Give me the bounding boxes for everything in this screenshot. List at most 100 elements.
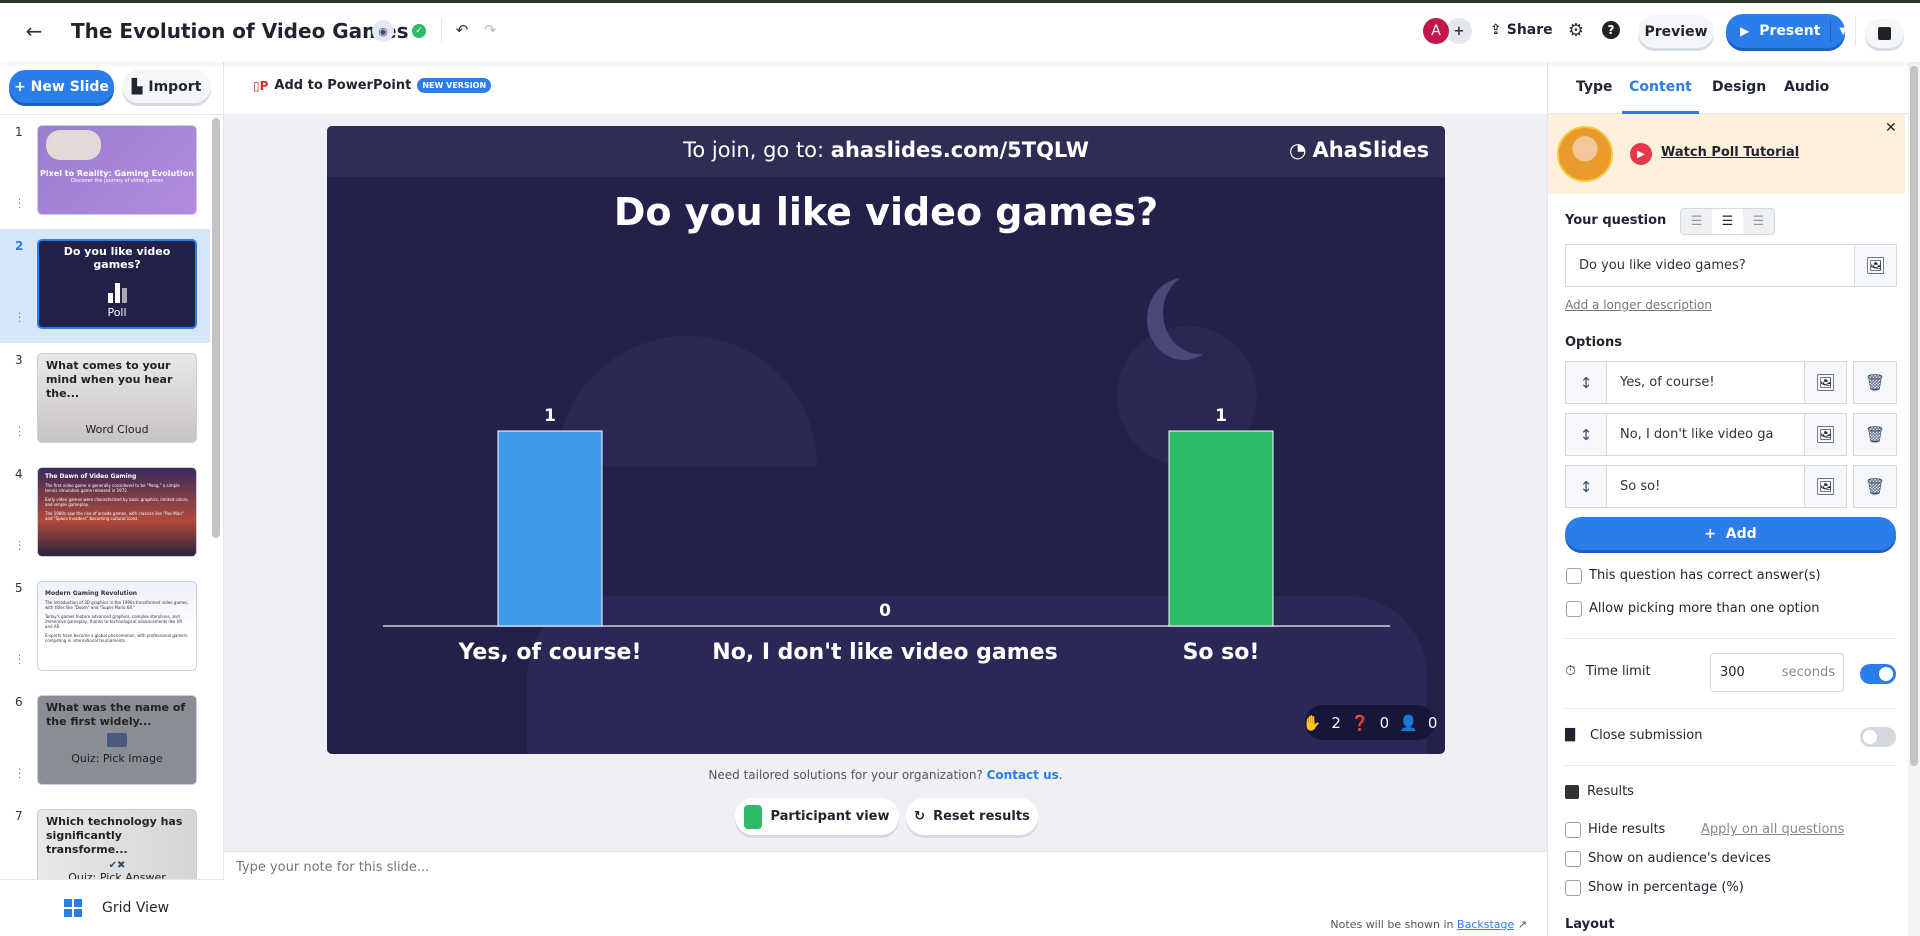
new-slide-button[interactable]: + New Slide	[9, 70, 114, 103]
thumb-type: Quiz: Pick Answer	[68, 871, 166, 879]
options-label: Options	[1565, 335, 1622, 350]
align-center-icon[interactable]: ☰	[1712, 209, 1743, 234]
drag-handle-icon[interactable]: ↕	[1565, 413, 1607, 456]
thumb-bullet: Today's games feature advanced graphics,…	[45, 614, 183, 629]
slide-number: 7	[15, 809, 23, 823]
stopwatch-icon: ⏱	[1565, 663, 1576, 679]
chart-bar	[497, 430, 603, 627]
avatar[interactable]: A	[1423, 18, 1449, 44]
questions-count: 0	[1379, 713, 1390, 732]
time-limit-label: Time limit	[1586, 664, 1651, 679]
slide-item-1[interactable]: 1 Pixel to Reality: Gaming Evolution Dis…	[0, 115, 210, 229]
live-stats-pill: ✋ 2 ❓ 0 👤 0	[1303, 705, 1437, 740]
slide-item-3[interactable]: 3 What comes to your mind when you hear …	[0, 343, 210, 457]
hide-results-label: Hide results	[1588, 822, 1666, 837]
drag-handle-icon[interactable]: ↕	[1565, 361, 1607, 404]
watch-tutorial-link[interactable]: Watch Poll Tutorial	[1661, 145, 1799, 160]
option-image-button[interactable]: 🖼	[1804, 413, 1847, 456]
present-button[interactable]: ▶ Present ▼	[1726, 14, 1847, 48]
add-description-link[interactable]: Add a longer description	[1565, 298, 1712, 312]
more-options-icon[interactable]: · · ·	[18, 196, 22, 214]
bar-value-label: 1	[544, 406, 556, 426]
tab-content[interactable]: Content	[1622, 62, 1699, 114]
option-input[interactable]: No, I don't like video ga	[1606, 413, 1805, 456]
panel-scrollbar[interactable]	[1910, 66, 1918, 766]
gear-icon[interactable]: ⚙	[1566, 20, 1586, 41]
more-options-icon[interactable]: · · ·	[18, 424, 22, 442]
show-devices-checkbox[interactable]	[1565, 851, 1581, 867]
question-input[interactable]: Do you like video games?	[1565, 244, 1855, 287]
close-icon[interactable]: ✕	[1885, 120, 1897, 136]
help-icon[interactable]: ?	[1602, 21, 1620, 39]
more-options-icon[interactable]: · · ·	[18, 310, 22, 328]
tab-type[interactable]: Type	[1576, 79, 1613, 95]
option-image-button[interactable]: 🖼	[1804, 465, 1847, 508]
play-icon: ▶	[1630, 143, 1652, 165]
contact-us-link[interactable]: Contact us	[987, 768, 1059, 782]
gamepad-image	[46, 130, 101, 160]
close-submission-toggle[interactable]	[1860, 727, 1896, 747]
more-options-icon[interactable]: · · ·	[18, 652, 22, 670]
show-percent-label: Show in percentage (%)	[1588, 880, 1744, 895]
preview-button[interactable]: Preview	[1638, 15, 1714, 48]
slide-notes-input[interactable]	[236, 860, 1526, 910]
hide-results-checkbox[interactable]	[1565, 822, 1581, 838]
share-button[interactable]: ⇪ Share	[1490, 22, 1553, 38]
slide-number: 2	[15, 239, 24, 253]
grid-view-button[interactable]: Grid View	[0, 879, 224, 936]
apply-all-link[interactable]: Apply on all questions	[1701, 822, 1844, 837]
add-option-button[interactable]: + Add	[1565, 517, 1896, 550]
option-input[interactable]: So so!	[1606, 465, 1805, 508]
show-percent-checkbox[interactable]	[1565, 880, 1581, 896]
participant-view-button[interactable]: Participant view	[735, 798, 899, 835]
results-chart-button[interactable]	[1865, 19, 1904, 48]
thumb-bullet: Early video games were characterized by …	[45, 497, 189, 507]
slide-item-4[interactable]: 4 The Dawn of Video Gaming The first vid…	[0, 457, 210, 571]
delete-option-button[interactable]: 🗑	[1853, 465, 1897, 508]
option-input[interactable]: Yes, of course!	[1606, 361, 1805, 404]
undo-icon[interactable]: ↶	[453, 19, 471, 41]
multi-select-checkbox[interactable]	[1566, 601, 1582, 617]
thumb-title: The Dawn of Video Gaming	[45, 473, 137, 480]
slide-item-7[interactable]: 7 Which technology has significantly tra…	[0, 799, 210, 879]
slide-item-6[interactable]: 6 What was the name of the first widely.…	[0, 685, 210, 799]
slide-item-2[interactable]: 2 Do you like video games? Poll · · ·	[0, 229, 210, 343]
drag-handle-icon[interactable]: ↕	[1565, 465, 1607, 508]
add-to-powerpoint-button[interactable]: ▯P Add to PowerPoint NEW VERSION	[253, 78, 492, 93]
back-arrow-icon[interactable]: ←	[22, 17, 46, 45]
option-image-button[interactable]: 🖼	[1804, 361, 1847, 404]
scrollbar[interactable]	[212, 118, 220, 538]
import-button[interactable]: ▙ Import	[122, 70, 211, 103]
time-limit-input[interactable]: 300 seconds	[1710, 653, 1844, 692]
slide-item-5[interactable]: 5 Modern Gaming Revolution The introduct…	[0, 571, 210, 685]
more-options-icon[interactable]: · · ·	[18, 538, 22, 556]
correct-answer-checkbox[interactable]	[1566, 568, 1582, 584]
delete-option-button[interactable]: 🗑	[1853, 413, 1897, 456]
external-link-icon: ↗	[1517, 918, 1527, 931]
phone-icon	[744, 804, 763, 829]
divider	[441, 18, 442, 44]
question-icon: ❓	[1350, 713, 1370, 732]
refresh-icon: ↻	[914, 809, 926, 824]
more-options-icon[interactable]: · · ·	[18, 766, 22, 784]
time-limit-toggle[interactable]	[1860, 664, 1896, 684]
align-right-icon[interactable]: ☰	[1743, 209, 1774, 234]
delete-option-button[interactable]: 🗑	[1853, 361, 1897, 404]
question-image-button[interactable]: 🖼	[1854, 244, 1897, 287]
redo-icon[interactable]: ↷	[481, 19, 499, 41]
thumb-type: Quiz: Pick Image	[71, 752, 163, 765]
your-question-label: Your question	[1565, 213, 1667, 228]
tab-audio[interactable]: Audio	[1784, 79, 1829, 95]
align-left-icon[interactable]: ☰	[1681, 209, 1712, 234]
thumb-title: Pixel to Reality: Gaming Evolution	[40, 169, 194, 178]
reset-results-button[interactable]: ↻ Reset results	[906, 798, 1038, 835]
add-collaborator-button[interactable]: +	[1446, 18, 1472, 44]
slide-thumbnail: What was the name of the first widely...…	[37, 695, 197, 785]
tailored-solutions-text: Need tailored solutions for your organiz…	[708, 768, 1063, 782]
chevron-down-icon[interactable]: ▼	[1830, 20, 1847, 42]
slide-number: 6	[15, 695, 23, 709]
presentation-title[interactable]: The Evolution of Video Games	[71, 19, 409, 43]
eye-icon[interactable]: ◉	[372, 20, 394, 42]
tab-design[interactable]: Design	[1712, 79, 1766, 95]
backstage-link[interactable]: Backstage	[1457, 918, 1514, 931]
